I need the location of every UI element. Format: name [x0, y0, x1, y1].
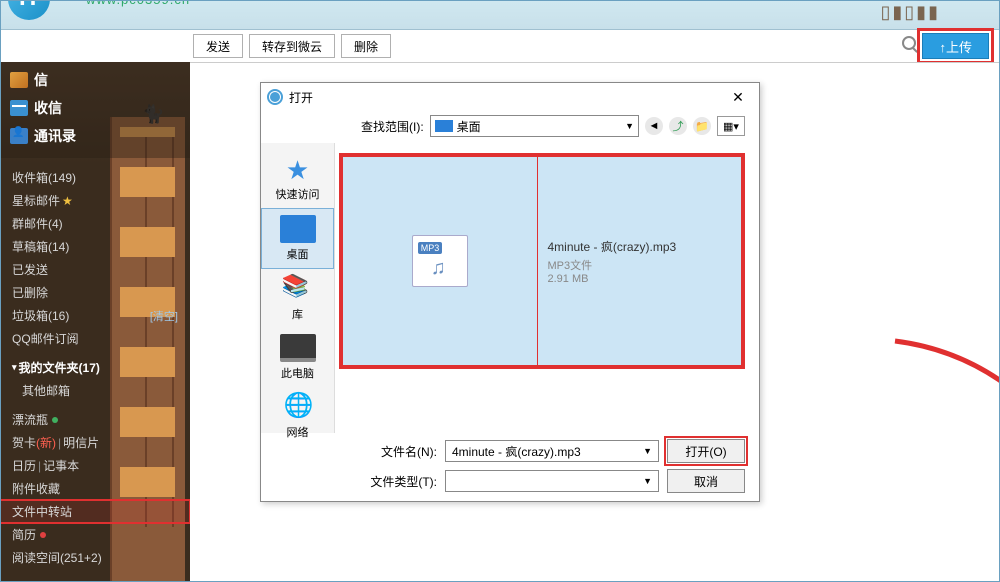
lookup-combo[interactable]: 桌面 ▼: [430, 115, 639, 137]
library-icon: [280, 275, 316, 303]
dialog-titlebar: 打开 ✕: [261, 83, 759, 111]
sidebar-item-starred[interactable]: 星标邮件★: [0, 189, 190, 212]
up-icon[interactable]: ⤴: [669, 117, 687, 135]
sidebar-item-filestation[interactable]: 文件中转站: [0, 500, 190, 523]
view-mode-button[interactable]: ▦▾: [717, 116, 745, 136]
contacts-icon: [10, 128, 28, 144]
globe-icon: [280, 393, 316, 421]
filename-input[interactable]: 4minute - 疯(crazy).mp3▼: [445, 440, 659, 462]
new-folder-icon[interactable]: 📁: [693, 117, 711, 135]
place-quickaccess[interactable]: ★快速访问: [261, 149, 334, 208]
star-icon: ★: [62, 194, 73, 208]
sidebar-item-greeting[interactable]: 贺卡(新)|明信片: [0, 431, 190, 454]
dialog-title: 打开: [289, 89, 313, 106]
send-button[interactable]: 发送: [193, 34, 243, 58]
browser-icon: [267, 89, 283, 105]
dot-icon: [52, 417, 58, 423]
file-thumbnail[interactable]: [343, 157, 537, 365]
file-list[interactable]: 4minute - 疯(crazy).mp3 MP3文件 2.91 MB: [335, 143, 759, 433]
sidebar-item-drafts[interactable]: 草稿箱(14): [0, 235, 190, 258]
desktop-icon: [280, 215, 316, 243]
sidebar: 信 收信 通讯录 收件箱(149) 星标邮件★ 群邮件(4) 草稿箱(14) 已…: [0, 62, 190, 582]
sidebar-item-myfolder[interactable]: ▾我的文件夹(17): [0, 356, 190, 379]
sidebar-item-othermail[interactable]: 其他邮箱: [0, 379, 190, 402]
sidebar-item-resume[interactable]: 简历: [0, 523, 190, 546]
sidebar-item-inbox[interactable]: 收件箱(149): [0, 166, 190, 189]
place-library[interactable]: 库: [261, 269, 334, 328]
file-details: 4minute - 疯(crazy).mp3 MP3文件 2.91 MB: [537, 157, 742, 365]
places-bar: ★快速访问 桌面 库 此电脑 网络: [261, 143, 335, 433]
computer-icon: [280, 334, 316, 362]
back-icon[interactable]: ◄: [645, 117, 663, 135]
search-icon[interactable]: [902, 36, 916, 50]
sidebar-item-drift[interactable]: 漂流瓶: [0, 408, 190, 431]
sidebar-item-deleted[interactable]: 已删除: [0, 281, 190, 304]
filetype-select[interactable]: ▼: [445, 470, 659, 492]
file-size-label: 2.91 MB: [548, 273, 589, 285]
delete-button[interactable]: 删除: [341, 34, 391, 58]
pencil-icon: [10, 72, 28, 88]
lookup-label: 查找范围(I):: [361, 118, 424, 135]
sidebar-item-attachments[interactable]: 附件收藏: [0, 477, 190, 500]
sidebar-item-subscribe[interactable]: QQ邮件订阅: [0, 327, 190, 350]
chevron-down-icon: ▼: [625, 121, 634, 131]
decor-buildings: ▯▮▯▮▮: [880, 2, 940, 23]
filetype-label: 文件类型(T):: [361, 473, 437, 490]
logo-icon: [8, 0, 50, 20]
nav-contacts[interactable]: 通讯录: [0, 122, 190, 150]
chevron-down-icon: ▾: [12, 362, 17, 373]
nav-compose[interactable]: 信: [0, 66, 190, 94]
nav-inbox[interactable]: 收信: [0, 94, 190, 122]
open-button[interactable]: 打开(O): [667, 439, 745, 463]
file-type-label: MP3文件: [548, 257, 593, 273]
save-weiyun-button[interactable]: 转存到微云: [249, 34, 335, 58]
upload-highlight: ↑上传: [917, 28, 994, 64]
sidebar-item-groupmail[interactable]: 群邮件(4): [0, 212, 190, 235]
upload-button[interactable]: ↑上传: [922, 33, 989, 59]
file-selection-highlight: 4minute - 疯(crazy).mp3 MP3文件 2.91 MB: [339, 153, 745, 369]
file-name-label: 4minute - 疯(crazy).mp3: [548, 238, 677, 255]
close-icon[interactable]: ✕: [723, 89, 753, 106]
cancel-button[interactable]: 取消: [667, 469, 745, 493]
place-desktop[interactable]: 桌面: [261, 208, 334, 269]
trash-clear-link[interactable]: [清空]: [150, 308, 178, 324]
chevron-down-icon: ▼: [643, 446, 652, 456]
desktop-icon: [435, 120, 453, 132]
place-network[interactable]: 网络: [261, 387, 334, 446]
star-icon: ★: [280, 155, 316, 183]
chevron-down-icon: ▼: [643, 476, 652, 486]
dot-icon: [40, 532, 46, 538]
brand-url: www.pc0359.cn: [86, 0, 190, 7]
sidebar-item-sent[interactable]: 已发送: [0, 258, 190, 281]
sidebar-item-trash[interactable]: 垃圾箱(16)[清空]: [0, 304, 190, 327]
file-open-dialog: 打开 ✕ 查找范围(I): 桌面 ▼ ◄ ⤴ 📁 ▦▾ ★快速访问 桌面 库 此…: [260, 82, 760, 502]
mp3-file-icon: [412, 235, 468, 287]
sidebar-item-readspace[interactable]: 阅读空间(251+2): [0, 546, 190, 569]
place-thispc[interactable]: 此电脑: [261, 328, 334, 387]
inbox-icon: [10, 100, 28, 116]
filename-label: 文件名(N):: [361, 443, 437, 460]
toolbar: 发送 转存到微云 删除: [193, 34, 391, 58]
sidebar-item-calendar[interactable]: 日历|记事本: [0, 454, 190, 477]
brand-logo: 河东软件园 www.pc0359.cn: [8, 0, 50, 25]
